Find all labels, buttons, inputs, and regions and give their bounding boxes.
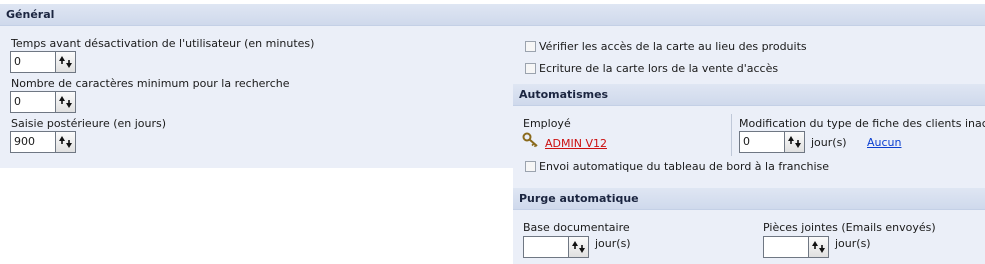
- section-header-automatismes: Automatismes: [513, 84, 985, 106]
- send-dashboard-checkbox[interactable]: [525, 161, 536, 172]
- spinner-arrows-icon[interactable]: [808, 237, 828, 257]
- attachments-label: Pièces jointes (Emails envoyés): [763, 221, 936, 234]
- min-chars-label: Nombre de caractères minimum pour la rec…: [11, 77, 290, 90]
- section-header-purge: Purge automatique: [513, 188, 985, 210]
- key-icon: [522, 132, 540, 148]
- inactivity-spinner[interactable]: 0: [10, 51, 76, 73]
- min-chars-value[interactable]: 0: [11, 92, 55, 112]
- min-chars-spinner[interactable]: 0: [10, 91, 76, 113]
- section-header-general: Général: [0, 4, 985, 26]
- general-header-text: Général: [6, 8, 55, 21]
- spinner-arrows-icon[interactable]: [784, 132, 804, 152]
- documents-spinner[interactable]: [523, 236, 589, 258]
- inactive-clients-value[interactable]: 0: [740, 132, 784, 152]
- documents-label: Base documentaire: [523, 221, 630, 234]
- spinner-arrows-icon[interactable]: [55, 132, 75, 152]
- automatismes-divider: [731, 114, 732, 156]
- check-card-access-checkbox[interactable]: [525, 41, 536, 52]
- inactive-clients-label: Modification du type de fiche des client…: [739, 117, 985, 130]
- none-link[interactable]: Aucun: [867, 136, 902, 149]
- employee-link[interactable]: ADMIN V12: [545, 137, 607, 150]
- write-card-checkbox[interactable]: [525, 63, 536, 74]
- posterior-value[interactable]: 900: [11, 132, 55, 152]
- purge-header-text: Purge automatique: [519, 192, 639, 205]
- spinner-arrows-icon[interactable]: [568, 237, 588, 257]
- inactivity-label: Temps avant désactivation de l'utilisate…: [11, 37, 315, 50]
- inactive-clients-unit: jour(s): [811, 136, 847, 149]
- inactivity-value[interactable]: 0: [11, 52, 55, 72]
- inactive-clients-spinner[interactable]: 0: [739, 131, 805, 153]
- check-card-access-label[interactable]: Vérifier les accès de la carte au lieu d…: [539, 40, 807, 53]
- attachments-spinner[interactable]: [763, 236, 829, 258]
- documents-unit: jour(s): [595, 237, 631, 250]
- posterior-label: Saisie postérieure (en jours): [11, 117, 167, 130]
- employee-label: Employé: [523, 117, 571, 130]
- send-dashboard-label[interactable]: Envoi automatique du tableau de bord à l…: [539, 160, 829, 173]
- attachments-value[interactable]: [764, 237, 808, 257]
- write-card-label[interactable]: Ecriture de la carte lors de la vente d'…: [539, 62, 778, 75]
- spinner-arrows-icon[interactable]: [55, 52, 75, 72]
- documents-value[interactable]: [524, 237, 568, 257]
- attachments-unit: jour(s): [835, 237, 871, 250]
- posterior-spinner[interactable]: 900: [10, 131, 76, 153]
- automatismes-header-text: Automatismes: [519, 88, 609, 101]
- spinner-arrows-icon[interactable]: [55, 92, 75, 112]
